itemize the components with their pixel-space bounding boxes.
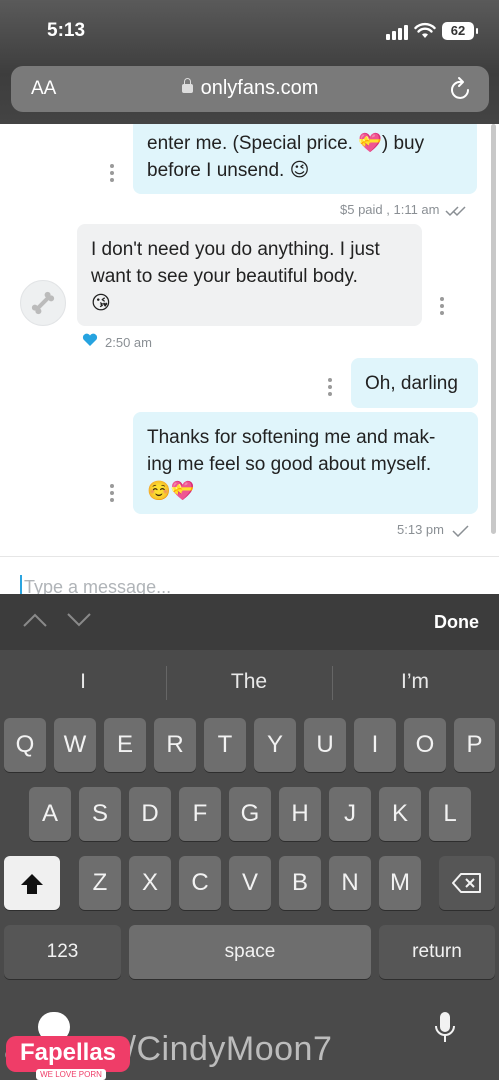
paid-time: $5 paid , 1:11 am <box>340 202 440 217</box>
status-bar: 5:13 62 <box>0 0 499 60</box>
key-d[interactable]: D <box>129 787 171 841</box>
message-line: ing me feel so good about myself. <box>147 454 432 475</box>
key-r[interactable]: R <box>154 718 196 772</box>
key-y[interactable]: Y <box>254 718 296 772</box>
message-input[interactable]: Type a message... <box>24 577 171 594</box>
message-line: want to see your beautiful body. <box>91 266 358 287</box>
wifi-icon <box>414 22 436 38</box>
logo-tag: WE LOVE PORN <box>36 1069 106 1080</box>
key-k[interactable]: K <box>379 787 421 841</box>
heart-like-icon[interactable] <box>82 333 98 347</box>
message-composer[interactable]: Type a message... <box>0 556 499 594</box>
key-l[interactable]: L <box>429 787 471 841</box>
chevron-down-icon[interactable] <box>66 612 92 628</box>
sent-time: 5:13 pm <box>397 522 444 537</box>
message-options-icon[interactable] <box>440 297 444 318</box>
browser-chrome: 5:13 62 AA onlyfans.com <box>0 0 499 124</box>
keyboard: I The I’m Q W E R T Y U I O P A S D F G … <box>0 650 499 1080</box>
suggestion-3[interactable]: I’m <box>332 670 498 694</box>
double-check-icon <box>445 206 466 216</box>
suggestion-2[interactable]: The <box>166 670 332 694</box>
signal-icon <box>386 24 410 40</box>
message-line: Oh, darling <box>365 373 458 394</box>
message-bubble-incoming[interactable]: I don't need you do anything. I just wan… <box>77 224 422 326</box>
message-line: Thanks for softening me and mak- <box>147 427 436 448</box>
key-b[interactable]: B <box>279 856 321 910</box>
key-p[interactable]: P <box>454 718 495 772</box>
microphone-icon[interactable] <box>434 1010 456 1046</box>
return-key[interactable]: return <box>379 925 495 979</box>
lock-icon <box>181 78 193 93</box>
keyboard-accessory-bar: Done <box>0 594 499 650</box>
key-i[interactable]: I <box>354 718 396 772</box>
key-e[interactable]: E <box>104 718 146 772</box>
bone-icon <box>31 291 55 315</box>
check-icon <box>452 525 469 537</box>
delete-key[interactable] <box>439 856 495 910</box>
space-key[interactable]: space <box>129 925 371 979</box>
key-g[interactable]: G <box>229 787 271 841</box>
key-x[interactable]: X <box>129 856 171 910</box>
shift-arrow-icon <box>21 873 43 894</box>
message-bubble-outgoing[interactable]: Oh, darling <box>351 358 478 408</box>
message-time: 2:50 am <box>105 335 152 350</box>
message-line: I don't need you do anything. I just <box>91 239 380 260</box>
key-u[interactable]: U <box>304 718 346 772</box>
key-z[interactable]: Z <box>79 856 121 910</box>
message-options-icon[interactable] <box>328 378 332 399</box>
chevron-up-icon[interactable] <box>22 612 48 628</box>
key-a[interactable]: A <box>29 787 71 841</box>
message-line: 😘 <box>91 293 111 314</box>
address-bar[interactable]: AA onlyfans.com <box>11 66 489 112</box>
text-caret <box>20 575 22 594</box>
numbers-key[interactable]: 123 <box>4 925 121 979</box>
key-c[interactable]: C <box>179 856 221 910</box>
key-s[interactable]: S <box>79 787 121 841</box>
reload-icon[interactable] <box>449 76 473 102</box>
scrollbar[interactable] <box>491 124 496 534</box>
key-m[interactable]: M <box>379 856 421 910</box>
chat-thread[interactable]: enter me. (Special price. 💝) buy before … <box>0 124 499 594</box>
message-line: before I unsend. 😉 <box>147 160 310 181</box>
key-t[interactable]: T <box>204 718 246 772</box>
key-h[interactable]: H <box>279 787 321 841</box>
key-f[interactable]: F <box>179 787 221 841</box>
message-line: ☺️💝 <box>147 481 195 502</box>
key-o[interactable]: O <box>404 718 446 772</box>
message-meta: 5:13 pm <box>397 522 470 537</box>
status-time: 5:13 <box>47 20 86 41</box>
message-bubble-outgoing[interactable]: enter me. (Special price. 💝) buy before … <box>133 124 477 194</box>
predictive-bar: I The I’m <box>0 650 499 716</box>
battery-icon: 62 <box>442 22 478 40</box>
backspace-icon <box>452 872 481 893</box>
url-display[interactable]: onlyfans.com <box>11 77 489 100</box>
key-v[interactable]: V <box>229 856 271 910</box>
key-q[interactable]: Q <box>4 718 46 772</box>
avatar[interactable] <box>20 280 66 326</box>
message-bubble-outgoing[interactable]: Thanks for softening me and mak- ing me … <box>133 412 478 514</box>
message-meta: $5 paid , 1:11 am <box>340 202 467 217</box>
shift-key[interactable] <box>4 856 60 910</box>
message-options-icon[interactable] <box>110 484 114 505</box>
message-options-icon[interactable] <box>110 164 114 185</box>
done-button[interactable]: Done <box>434 612 479 633</box>
url-text: onlyfans.com <box>200 77 319 99</box>
key-n[interactable]: N <box>329 856 371 910</box>
key-j[interactable]: J <box>329 787 371 841</box>
logo-name: Fapellas <box>6 1036 130 1072</box>
message-line: enter me. (Special price. 💝) buy <box>147 133 425 154</box>
suggestion-1[interactable]: I <box>0 670 166 694</box>
key-w[interactable]: W <box>54 718 96 772</box>
